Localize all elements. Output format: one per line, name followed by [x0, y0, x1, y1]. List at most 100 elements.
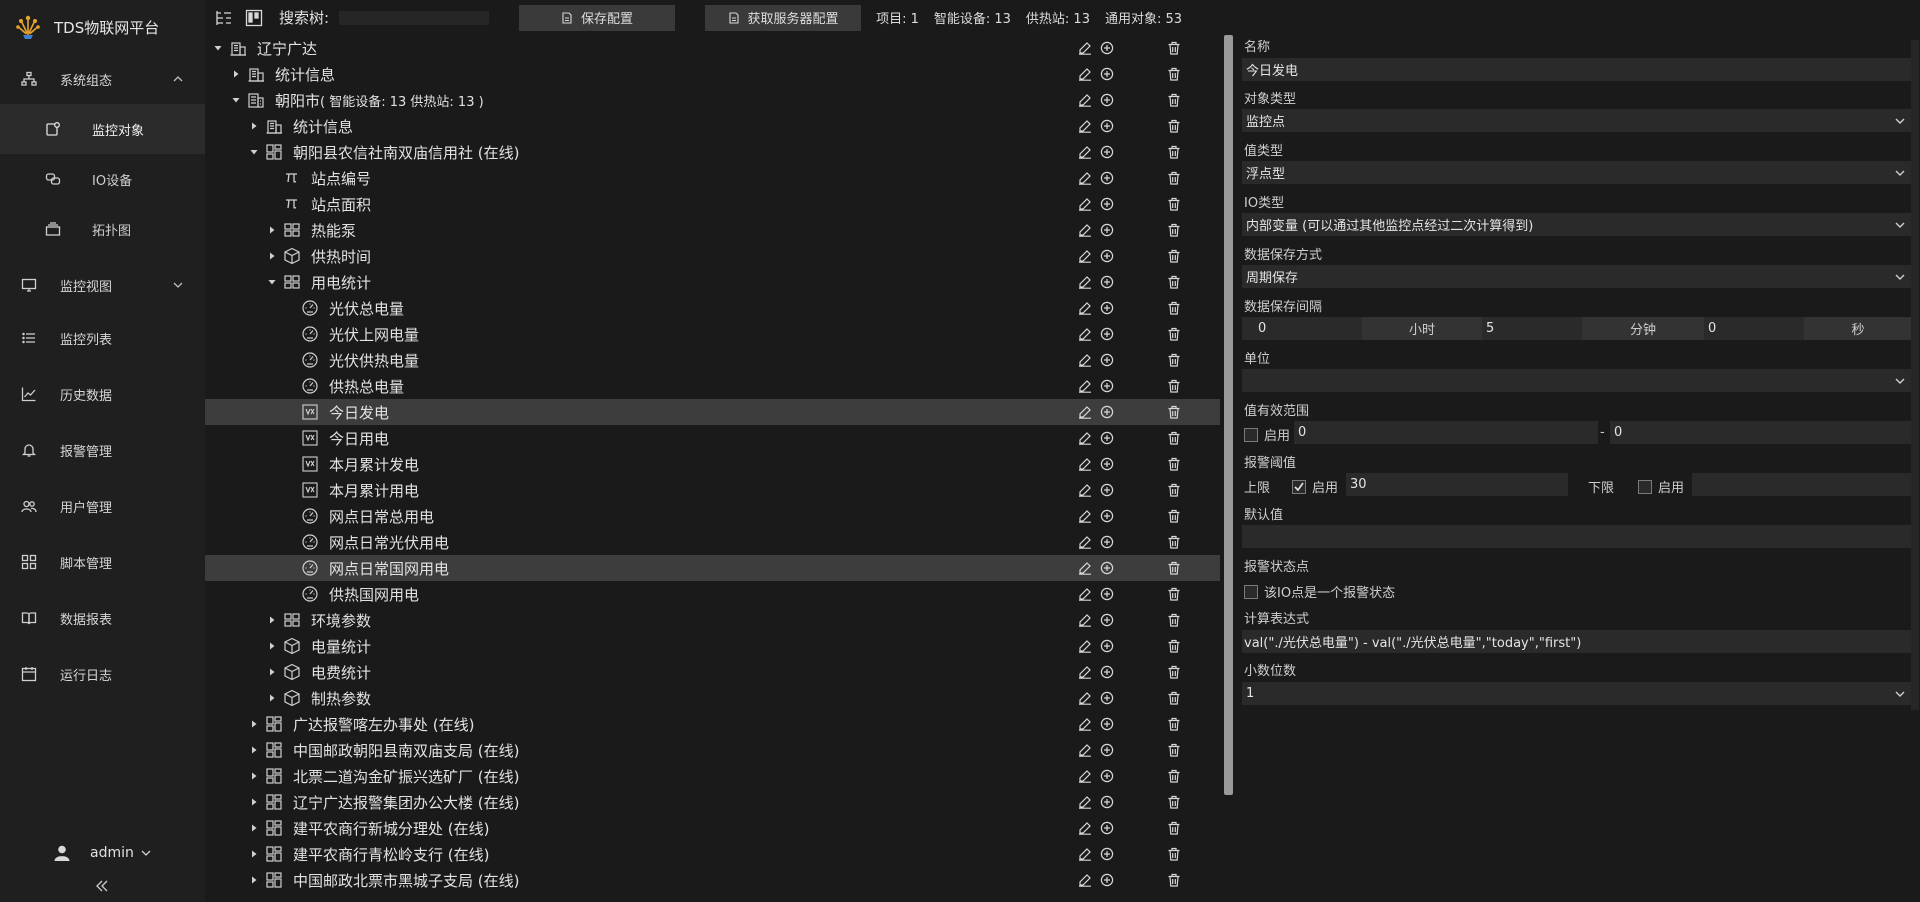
add-circle-icon[interactable] — [1099, 196, 1115, 212]
caret-right-icon[interactable] — [249, 823, 259, 833]
edit-icon[interactable] — [1077, 768, 1093, 784]
trash-icon[interactable] — [1166, 534, 1182, 550]
tree-node[interactable]: 今日用电 — [205, 425, 1220, 451]
add-circle-icon[interactable] — [1099, 768, 1115, 784]
add-circle-icon[interactable] — [1099, 222, 1115, 238]
trash-icon[interactable] — [1166, 768, 1182, 784]
tree-node[interactable]: 中国邮政朝阳县南双庙支局 (在线) — [205, 737, 1220, 763]
tree-node[interactable]: 统计信息 — [205, 61, 1220, 87]
trash-icon[interactable] — [1166, 794, 1182, 810]
default-value-input[interactable] — [1242, 525, 1912, 548]
trash-icon[interactable] — [1166, 40, 1182, 56]
search-tree-input[interactable] — [339, 10, 490, 25]
caret-right-icon[interactable] — [249, 121, 259, 131]
caret-right-icon[interactable] — [249, 719, 259, 729]
alarm-state-checkbox[interactable] — [1244, 584, 1258, 599]
unit-select[interactable] — [1242, 369, 1912, 392]
add-circle-icon[interactable] — [1099, 742, 1115, 758]
add-circle-icon[interactable] — [1099, 794, 1115, 810]
tree-node[interactable]: 统计信息 — [205, 113, 1220, 139]
caret-down-icon[interactable] — [213, 43, 223, 53]
trash-icon[interactable] — [1166, 612, 1182, 628]
edit-icon[interactable] — [1077, 534, 1093, 550]
add-circle-icon[interactable] — [1099, 430, 1115, 446]
sidebar-item-logs[interactable]: 运行日志 — [0, 646, 205, 702]
fetch-server-config-button[interactable]: 获取服务器配置 — [705, 4, 862, 31]
add-circle-icon[interactable] — [1099, 66, 1115, 82]
edit-icon[interactable] — [1077, 144, 1093, 160]
caret-right-icon[interactable] — [249, 875, 259, 885]
edit-icon[interactable] — [1077, 66, 1093, 82]
add-circle-icon[interactable] — [1099, 638, 1115, 654]
edit-icon[interactable] — [1077, 274, 1093, 290]
sidebar-item-users[interactable]: 用户管理 — [0, 478, 205, 534]
add-circle-icon[interactable] — [1099, 690, 1115, 706]
trash-icon[interactable] — [1166, 690, 1182, 706]
edit-icon[interactable] — [1077, 820, 1093, 836]
edit-icon[interactable] — [1077, 508, 1093, 524]
tree-node[interactable]: 网点日常光伏用电 — [205, 529, 1220, 555]
trash-icon[interactable] — [1166, 248, 1182, 264]
tree-node[interactable]: 本月累计用电 — [205, 477, 1220, 503]
add-circle-icon[interactable] — [1099, 326, 1115, 342]
edit-icon[interactable] — [1077, 690, 1093, 706]
caret-right-icon[interactable] — [267, 251, 277, 261]
tree-node[interactable]: 光伏供热电量 — [205, 347, 1220, 373]
edit-icon[interactable] — [1077, 586, 1093, 602]
trash-icon[interactable] — [1166, 586, 1182, 602]
sidebar-item-monitor-list[interactable]: 监控列表 — [0, 310, 205, 366]
add-circle-icon[interactable] — [1099, 378, 1115, 394]
add-circle-icon[interactable] — [1099, 274, 1115, 290]
tree-node[interactable]: 光伏上网电量 — [205, 321, 1220, 347]
layout-icon[interactable] — [243, 7, 265, 29]
add-circle-icon[interactable] — [1099, 820, 1115, 836]
edit-icon[interactable] — [1077, 638, 1093, 654]
trash-icon[interactable] — [1166, 430, 1182, 446]
edit-icon[interactable] — [1077, 456, 1093, 472]
edit-icon[interactable] — [1077, 352, 1093, 368]
add-circle-icon[interactable] — [1099, 716, 1115, 732]
nav-group-monitor-view[interactable]: 监控视图 — [0, 260, 205, 310]
tree-view-icon[interactable] — [213, 7, 235, 29]
tree-node[interactable]: 辽宁广达 — [205, 35, 1220, 61]
alarm-state-toggle[interactable]: 该IO点是一个报警状态 — [1244, 582, 1395, 601]
interval-seconds-input[interactable]: 0 — [1704, 317, 1804, 340]
trash-icon[interactable] — [1166, 196, 1182, 212]
alarm-upper-checkbox[interactable] — [1292, 479, 1306, 494]
trash-icon[interactable] — [1166, 92, 1182, 108]
add-circle-icon[interactable] — [1099, 508, 1115, 524]
trash-icon[interactable] — [1166, 300, 1182, 316]
tree-node[interactable]: 站点面积 — [205, 191, 1220, 217]
add-circle-icon[interactable] — [1099, 586, 1115, 602]
caret-right-icon[interactable] — [267, 693, 277, 703]
edit-icon[interactable] — [1077, 482, 1093, 498]
caret-down-icon[interactable] — [267, 277, 277, 287]
tree-node[interactable]: 建平农商行新城分理处 (在线) — [205, 815, 1220, 841]
tree-scrollbar[interactable] — [1224, 35, 1233, 795]
alarm-upper-enable[interactable]: 启用 — [1292, 477, 1338, 496]
trash-icon[interactable] — [1166, 820, 1182, 836]
object-type-select[interactable]: 监控点 — [1242, 109, 1912, 132]
interval-hours-input[interactable]: 0 — [1242, 317, 1362, 340]
tree-node[interactable]: 网点日常国网用电 — [205, 555, 1220, 581]
add-circle-icon[interactable] — [1099, 482, 1115, 498]
tree-node[interactable]: 供热时间 — [205, 243, 1220, 269]
trash-icon[interactable] — [1166, 118, 1182, 134]
add-circle-icon[interactable] — [1099, 872, 1115, 888]
tree-node[interactable]: 制热参数 — [205, 685, 1220, 711]
sidebar-item-history[interactable]: 历史数据 — [0, 366, 205, 422]
tree-node[interactable]: 供热国网用电 — [205, 581, 1220, 607]
alarm-lower-checkbox[interactable] — [1638, 479, 1652, 494]
add-circle-icon[interactable] — [1099, 612, 1115, 628]
nav-group-system-config[interactable]: 系统组态 — [0, 54, 205, 104]
edit-icon[interactable] — [1077, 872, 1093, 888]
add-circle-icon[interactable] — [1099, 40, 1115, 56]
tree-node[interactable]: 本月累计发电 — [205, 451, 1220, 477]
tree-node[interactable]: 朝阳市( 智能设备: 13 供热站: 13 ) — [205, 87, 1220, 113]
add-circle-icon[interactable] — [1099, 404, 1115, 420]
properties-scrollbar[interactable] — [1911, 40, 1919, 710]
trash-icon[interactable] — [1166, 846, 1182, 862]
valid-range-min-input[interactable]: 0 — [1294, 421, 1598, 444]
trash-icon[interactable] — [1166, 66, 1182, 82]
user-menu[interactable]: admin — [0, 838, 205, 868]
